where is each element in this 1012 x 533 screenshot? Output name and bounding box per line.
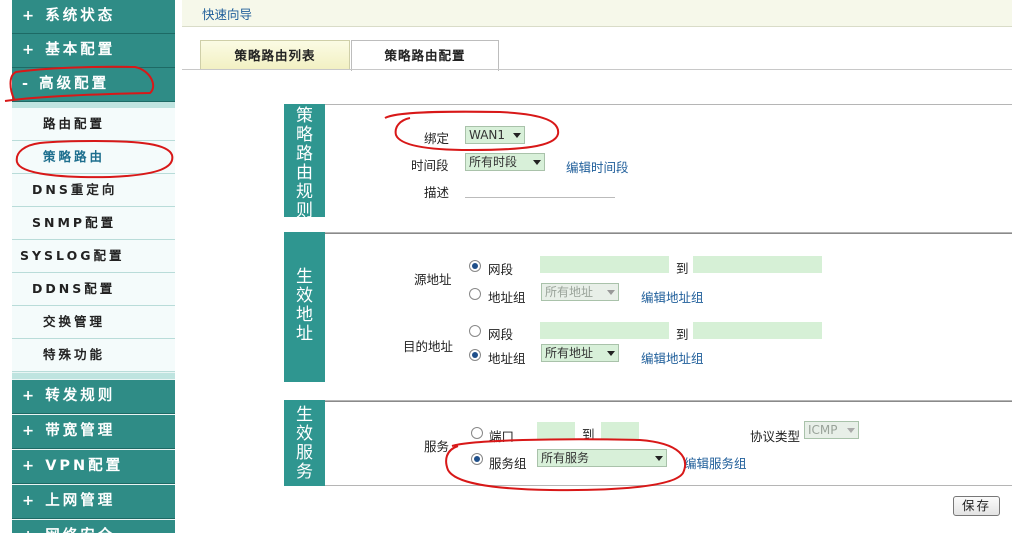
submenu-policy-route[interactable]: 策略路由 — [12, 141, 175, 174]
router-config-page: + 系统状态 + 基本配置 - 高级配置 路由配置 策略路由 DNS重定向 SN… — [0, 0, 1012, 533]
chevron-down-icon — [607, 290, 615, 295]
chevron-down-icon — [513, 133, 521, 138]
tab-policy-route-list[interactable]: 策略路由列表 — [200, 40, 350, 70]
protocol-type-label: 协议类型 — [750, 429, 801, 444]
section-label-address: 生效 地址 — [284, 232, 325, 382]
bind-wan-select[interactable]: WAN1 — [465, 126, 525, 144]
port-start-input[interactable] — [537, 422, 575, 439]
chevron-down-icon — [533, 160, 541, 165]
destination-to-label: 到 — [676, 327, 689, 342]
menu-bandwidth[interactable]: + 带宽管理 — [12, 415, 175, 449]
submenu-snmp-config[interactable]: SNMP配置 — [12, 207, 175, 240]
source-edit-group-link[interactable]: 编辑地址组 — [641, 287, 704, 306]
service-group-radio[interactable] — [471, 453, 483, 465]
section-label-rule: 策略路 由规则 — [284, 104, 325, 221]
port-end-input[interactable] — [601, 422, 639, 439]
chevron-down-icon — [655, 456, 663, 461]
submenu-special-functions[interactable]: 特殊功能 — [12, 339, 175, 372]
menu-system-status[interactable]: + 系统状态 — [12, 0, 175, 34]
description-input[interactable] — [465, 181, 615, 198]
source-segment-radio[interactable] — [469, 260, 481, 272]
port-to-label: 到 — [582, 427, 595, 442]
protocol-type-select[interactable]: ICMP — [804, 421, 859, 439]
destination-group-label: 地址组 — [488, 351, 526, 366]
time-period-select[interactable]: 所有时段 — [465, 153, 545, 171]
description-label: 描述 — [424, 185, 450, 200]
destination-edit-group-link[interactable]: 编辑地址组 — [641, 348, 704, 367]
section-label-service: 生效 服务 — [284, 400, 325, 486]
menu-internet-management[interactable]: + 上网管理 — [12, 485, 175, 519]
port-radio[interactable] — [471, 427, 483, 439]
destination-start-ip-input[interactable] — [540, 322, 669, 339]
chevron-down-icon — [847, 428, 855, 433]
bind-label: 绑定 — [424, 131, 450, 146]
submenu-ddns-config[interactable]: DDNS配置 — [12, 273, 175, 306]
submenu-strip-bottom — [12, 373, 175, 379]
service-group-select[interactable]: 所有服务 — [537, 449, 667, 467]
top-bar: 快速向导 — [182, 0, 1012, 27]
section-gap — [284, 382, 1012, 397]
submenu-syslog-config[interactable]: SYSLOG配置 — [12, 240, 175, 273]
menu-forward-rules[interactable]: + 转发规则 — [12, 380, 175, 414]
source-end-ip-input[interactable] — [693, 256, 822, 273]
source-group-label: 地址组 — [488, 290, 526, 305]
submenu-dns-redirect[interactable]: DNS重定向 — [12, 174, 175, 207]
service-label: 服务 — [424, 439, 450, 454]
submenu-switch-management[interactable]: 交换管理 — [12, 306, 175, 339]
edit-service-group-link[interactable]: 编辑服务组 — [684, 453, 747, 472]
section-gap — [284, 217, 1012, 232]
submenu-route-config[interactable]: 路由配置 — [12, 108, 175, 141]
source-segment-label: 网段 — [488, 262, 514, 277]
port-label: 端口 — [489, 429, 515, 444]
source-group-select[interactable]: 所有地址 — [541, 283, 619, 301]
save-button[interactable]: 保存 — [953, 496, 1000, 516]
source-start-ip-input[interactable] — [540, 256, 669, 273]
source-address-label: 源地址 — [414, 272, 452, 287]
time-label: 时间段 — [411, 158, 449, 173]
source-to-label: 到 — [676, 261, 689, 276]
chevron-down-icon — [607, 351, 615, 356]
destination-group-radio[interactable] — [469, 349, 481, 361]
destination-address-label: 目的地址 — [403, 339, 454, 354]
destination-end-ip-input[interactable] — [693, 322, 822, 339]
tab-divider — [182, 69, 1012, 70]
source-group-radio[interactable] — [469, 288, 481, 300]
menu-advanced-config[interactable]: - 高级配置 — [12, 68, 175, 102]
menu-basic-config[interactable]: + 基本配置 — [12, 34, 175, 68]
service-group-label: 服务组 — [489, 456, 527, 471]
destination-segment-label: 网段 — [488, 327, 514, 342]
edit-time-period-link[interactable]: 编辑时间段 — [566, 157, 629, 176]
menu-network-security[interactable]: + 网络安全 — [12, 520, 175, 533]
quick-wizard-link[interactable]: 快速向导 — [202, 4, 252, 23]
destination-segment-radio[interactable] — [469, 325, 481, 337]
menu-vpn-config[interactable]: + VPN配置 — [12, 450, 175, 484]
sidebar-menu: + 系统状态 + 基本配置 - 高级配置 路由配置 策略路由 DNS重定向 SN… — [12, 0, 175, 533]
tab-policy-route-config[interactable]: 策略路由配置 — [351, 40, 499, 71]
destination-group-select[interactable]: 所有地址 — [541, 344, 619, 362]
